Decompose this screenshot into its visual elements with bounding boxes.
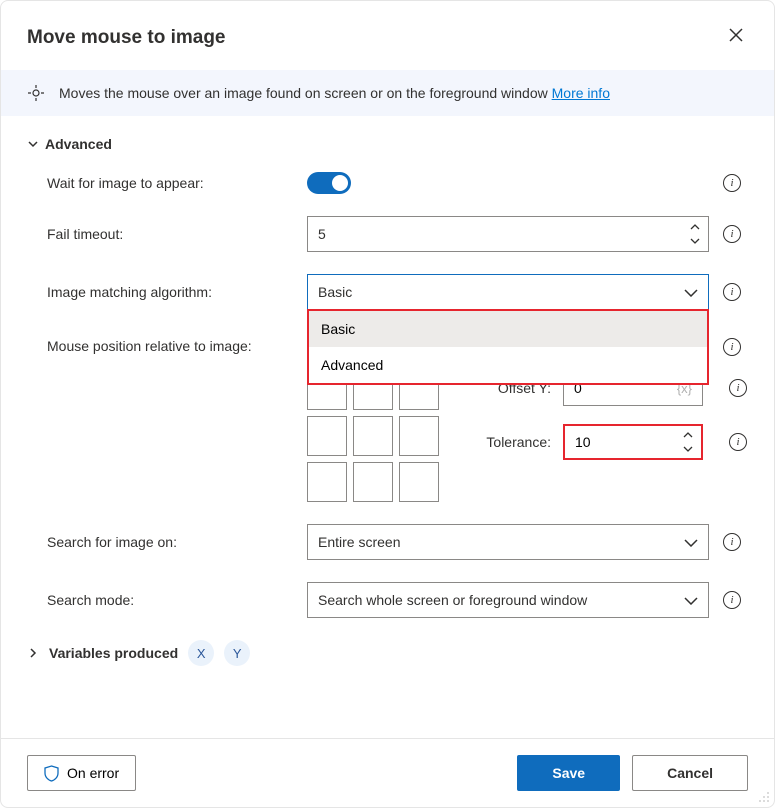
cancel-button[interactable]: Cancel xyxy=(632,755,748,791)
resize-grip-icon[interactable] xyxy=(756,789,770,803)
search-mode-select[interactable]: Search whole screen or foreground window xyxy=(307,582,709,618)
search-on-select[interactable]: Entire screen xyxy=(307,524,709,560)
dialog-body: Advanced Wait for image to appear: i Fai… xyxy=(1,116,774,738)
row-algorithm: Image matching algorithm: Basic Basic Ad… xyxy=(47,274,748,310)
pos-cell[interactable] xyxy=(353,462,393,502)
row-wait-for-image: Wait for image to appear: i xyxy=(47,172,748,194)
variables-produced-section[interactable]: Variables produced X Y xyxy=(27,640,748,666)
info-icon[interactable]: i xyxy=(729,433,747,451)
pos-cell[interactable] xyxy=(399,416,439,456)
mouse-pos-label: Mouse position relative to image: xyxy=(47,332,307,354)
row-search-mode: Search mode: Search whole screen or fore… xyxy=(47,582,748,618)
info-icon[interactable]: i xyxy=(723,174,741,192)
algo-option-basic[interactable]: Basic xyxy=(309,311,707,347)
var-badge-x[interactable]: X xyxy=(188,640,214,666)
chevron-down-icon xyxy=(684,592,698,608)
on-error-button[interactable]: On error xyxy=(27,755,136,791)
spin-down[interactable] xyxy=(686,234,704,248)
algo-option-advanced[interactable]: Advanced xyxy=(309,347,707,383)
chevron-right-icon xyxy=(27,647,39,659)
banner-text: Moves the mouse over an image found on s… xyxy=(59,85,610,101)
wait-toggle[interactable] xyxy=(307,172,351,194)
spin-down[interactable] xyxy=(679,442,697,456)
tolerance-input[interactable]: 10 xyxy=(563,424,703,460)
algorithm-dropdown: Basic Advanced xyxy=(307,309,709,385)
pos-cell[interactable] xyxy=(307,416,347,456)
fail-timeout-input[interactable]: 5 xyxy=(307,216,709,252)
pos-cell[interactable] xyxy=(353,416,393,456)
dialog-footer: On error Save Cancel xyxy=(1,738,774,807)
info-icon[interactable]: i xyxy=(723,533,741,551)
dialog: Move mouse to image Moves the mouse over… xyxy=(0,0,775,808)
vars-label: Variables produced xyxy=(49,645,178,661)
info-icon[interactable]: i xyxy=(723,225,741,243)
info-icon[interactable]: i xyxy=(729,379,747,397)
shield-icon xyxy=(44,765,59,782)
dialog-title: Move mouse to image xyxy=(27,27,226,49)
search-on-value: Entire screen xyxy=(318,534,400,550)
info-icon[interactable]: i xyxy=(723,283,741,301)
tolerance-label: Tolerance: xyxy=(479,434,551,450)
position-grid xyxy=(307,370,439,502)
row-fail-timeout: Fail timeout: 5 i xyxy=(47,216,748,252)
spin-up[interactable] xyxy=(686,220,704,234)
info-icon[interactable]: i xyxy=(723,338,741,356)
spin-up[interactable] xyxy=(679,428,697,442)
row-tolerance: Tolerance: 10 i xyxy=(479,424,747,460)
more-info-link[interactable]: More info xyxy=(552,85,610,101)
search-on-label: Search for image on: xyxy=(47,534,307,550)
footer-actions: Save Cancel xyxy=(517,755,748,791)
tolerance-value: 10 xyxy=(575,434,591,450)
on-error-label: On error xyxy=(67,765,119,781)
spinner[interactable] xyxy=(686,219,704,249)
fail-timeout-label: Fail timeout: xyxy=(47,226,307,242)
chevron-down-icon xyxy=(684,284,698,300)
info-banner: Moves the mouse over an image found on s… xyxy=(1,70,774,116)
pos-cell[interactable] xyxy=(399,462,439,502)
save-button[interactable]: Save xyxy=(517,755,620,791)
row-search-on: Search for image on: Entire screen i xyxy=(47,524,748,560)
banner-text-content: Moves the mouse over an image found on s… xyxy=(59,85,552,101)
advanced-label: Advanced xyxy=(45,136,112,152)
var-badge-y[interactable]: Y xyxy=(224,640,250,666)
fail-timeout-value: 5 xyxy=(318,226,326,242)
info-icon[interactable]: i xyxy=(723,591,741,609)
chevron-down-icon xyxy=(27,138,39,150)
pos-cell[interactable] xyxy=(307,462,347,502)
dialog-header: Move mouse to image xyxy=(1,1,774,70)
wait-label: Wait for image to appear: xyxy=(47,175,307,191)
algo-label: Image matching algorithm: xyxy=(47,284,307,300)
target-icon xyxy=(27,84,45,102)
spinner[interactable] xyxy=(679,428,697,456)
search-mode-label: Search mode: xyxy=(47,592,307,608)
chevron-down-icon xyxy=(684,534,698,550)
algo-selected-value: Basic xyxy=(318,284,352,300)
search-mode-value: Search whole screen or foreground window xyxy=(318,592,587,608)
advanced-section-header[interactable]: Advanced xyxy=(27,136,748,152)
close-icon xyxy=(728,27,744,43)
algorithm-select[interactable]: Basic xyxy=(307,274,709,310)
close-button[interactable] xyxy=(724,23,748,52)
